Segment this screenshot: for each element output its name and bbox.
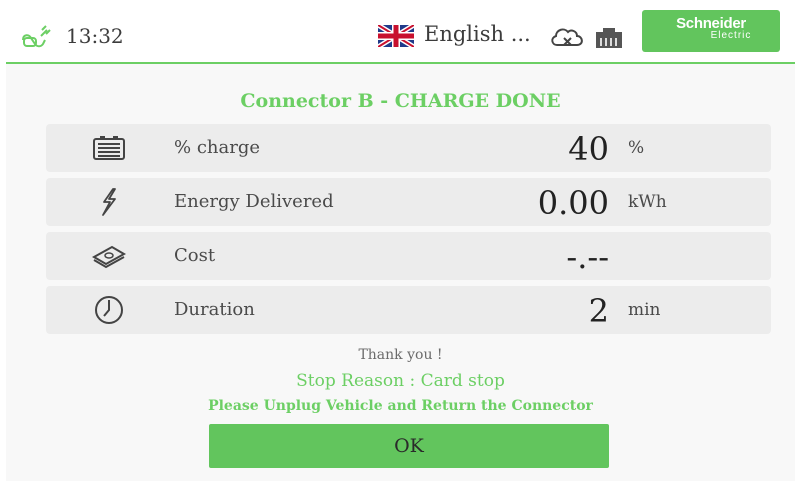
ok-button[interactable]: OK <box>209 424 609 468</box>
row-cost: Cost -.-- <box>46 232 771 280</box>
row-value: -.-- <box>566 238 609 276</box>
row-charge: % charge 40 % <box>46 124 771 172</box>
row-label: Cost <box>174 245 216 266</box>
cloud-disconnected-icon <box>551 28 583 46</box>
row-value: 40 <box>568 130 609 168</box>
row-value: 0.00 <box>537 184 609 222</box>
row-label: % charge <box>174 137 261 158</box>
thanks-message: Thank you ! <box>358 347 443 363</box>
language-selector[interactable]: English ... <box>424 22 531 46</box>
page-title: Connector B - CHARGE DONE <box>240 90 561 112</box>
row-unit: kWh <box>628 192 667 212</box>
logo-text: Schneider <box>676 15 746 32</box>
row-duration: Duration 2 min <box>46 286 771 334</box>
uk-flag-icon[interactable] <box>378 25 414 47</box>
main-panel: Connector B - CHARGE DONE % charge 40 % … <box>6 64 795 481</box>
battery-icon <box>93 136 125 160</box>
money-icon <box>91 245 127 269</box>
stop-reason: Stop Reason : Card stop <box>296 371 505 391</box>
row-unit: % <box>628 138 645 158</box>
top-bar: 13:32 English ... Schneider Electric <box>6 6 795 64</box>
row-value: 2 <box>588 292 609 330</box>
row-label: Energy Delivered <box>174 191 334 212</box>
clock: 13:32 <box>66 24 124 48</box>
lightning-icon <box>102 188 116 216</box>
plug-icon <box>22 25 51 48</box>
charge-summary: % charge 40 % Energy Delivered 0.00 kWh … <box>46 124 771 340</box>
row-label: Duration <box>174 299 255 320</box>
row-unit: min <box>628 300 661 320</box>
network-icon <box>596 28 622 48</box>
unplug-instruction: Please Unplug Vehicle and Return the Con… <box>208 398 593 414</box>
timer-icon <box>95 296 123 324</box>
schneider-logo: Schneider Electric <box>642 10 780 52</box>
row-energy: Energy Delivered 0.00 kWh <box>46 178 771 226</box>
